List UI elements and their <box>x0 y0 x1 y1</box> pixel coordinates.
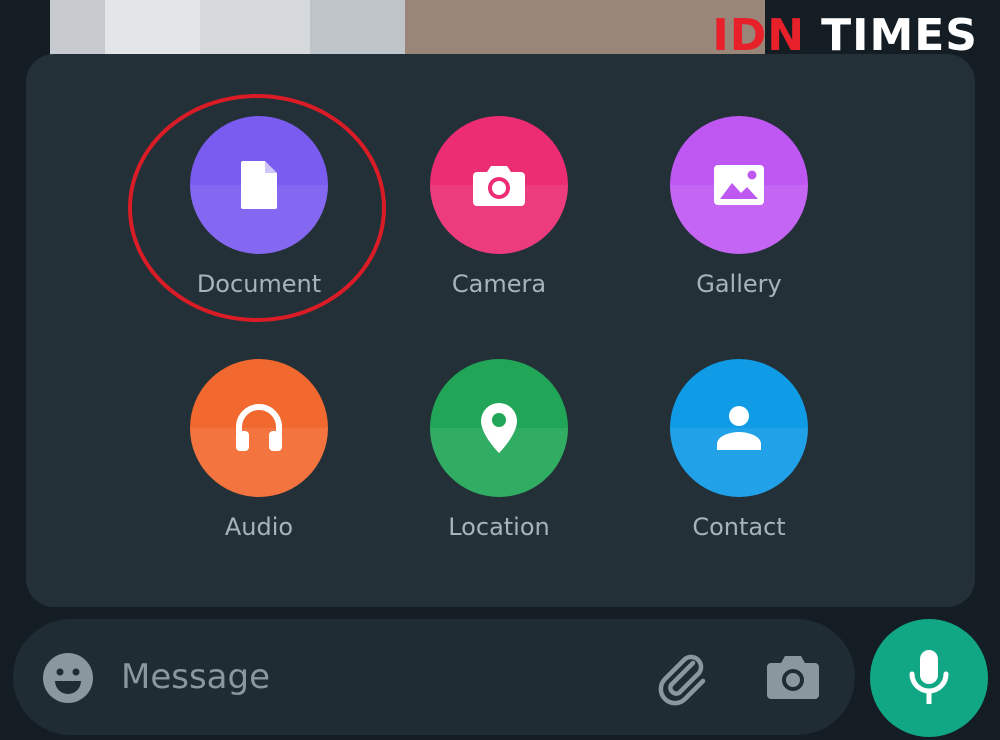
audio-label: Audio <box>224 513 294 541</box>
document-circle <box>190 116 328 254</box>
camera-circle <box>430 116 568 254</box>
idn-times-logo: IDN TIMES <box>712 14 978 58</box>
microphone-icon <box>909 650 949 704</box>
attach-location-button[interactable]: Location <box>399 359 599 559</box>
camera-icon <box>473 166 525 206</box>
message-input[interactable] <box>121 655 641 699</box>
gallery-circle <box>670 116 808 254</box>
location-label: Location <box>448 513 550 541</box>
contact-label: Contact <box>692 513 786 541</box>
person-icon <box>717 406 761 450</box>
voice-message-button[interactable] <box>870 619 988 737</box>
gallery-label: Gallery <box>696 270 782 298</box>
whatsapp-attach-screen: IDN TIMES Document Camera Gallery Audio … <box>0 0 1000 740</box>
attach-contact-button[interactable]: Contact <box>639 359 839 559</box>
document-icon <box>241 161 277 209</box>
attach-camera-button[interactable]: Camera <box>399 116 599 316</box>
attach-button[interactable] <box>653 649 713 709</box>
camera-icon <box>767 656 819 699</box>
paperclip-icon <box>658 654 706 706</box>
attachment-menu: Document Camera Gallery Audio Location C… <box>26 54 975 607</box>
attach-document-button[interactable]: Document <box>159 116 359 316</box>
attach-gallery-button[interactable]: Gallery <box>639 116 839 316</box>
document-label: Document <box>196 270 322 298</box>
blurred-content <box>405 0 765 62</box>
audio-circle <box>190 359 328 497</box>
contact-circle <box>670 359 808 497</box>
blurred-content <box>310 0 405 62</box>
composer-camera-button[interactable] <box>765 651 825 705</box>
emoji-icon <box>43 653 93 703</box>
location-circle <box>430 359 568 497</box>
blurred-content <box>105 0 200 62</box>
blurred-content <box>200 0 310 62</box>
location-pin-icon <box>481 403 517 453</box>
blurred-content <box>50 0 105 62</box>
attach-audio-button[interactable]: Audio <box>159 359 359 559</box>
gallery-icon <box>714 165 764 205</box>
camera-label: Camera <box>451 270 547 298</box>
emoji-button[interactable] <box>41 651 95 705</box>
headphones-icon <box>236 404 282 451</box>
message-composer <box>13 619 855 735</box>
